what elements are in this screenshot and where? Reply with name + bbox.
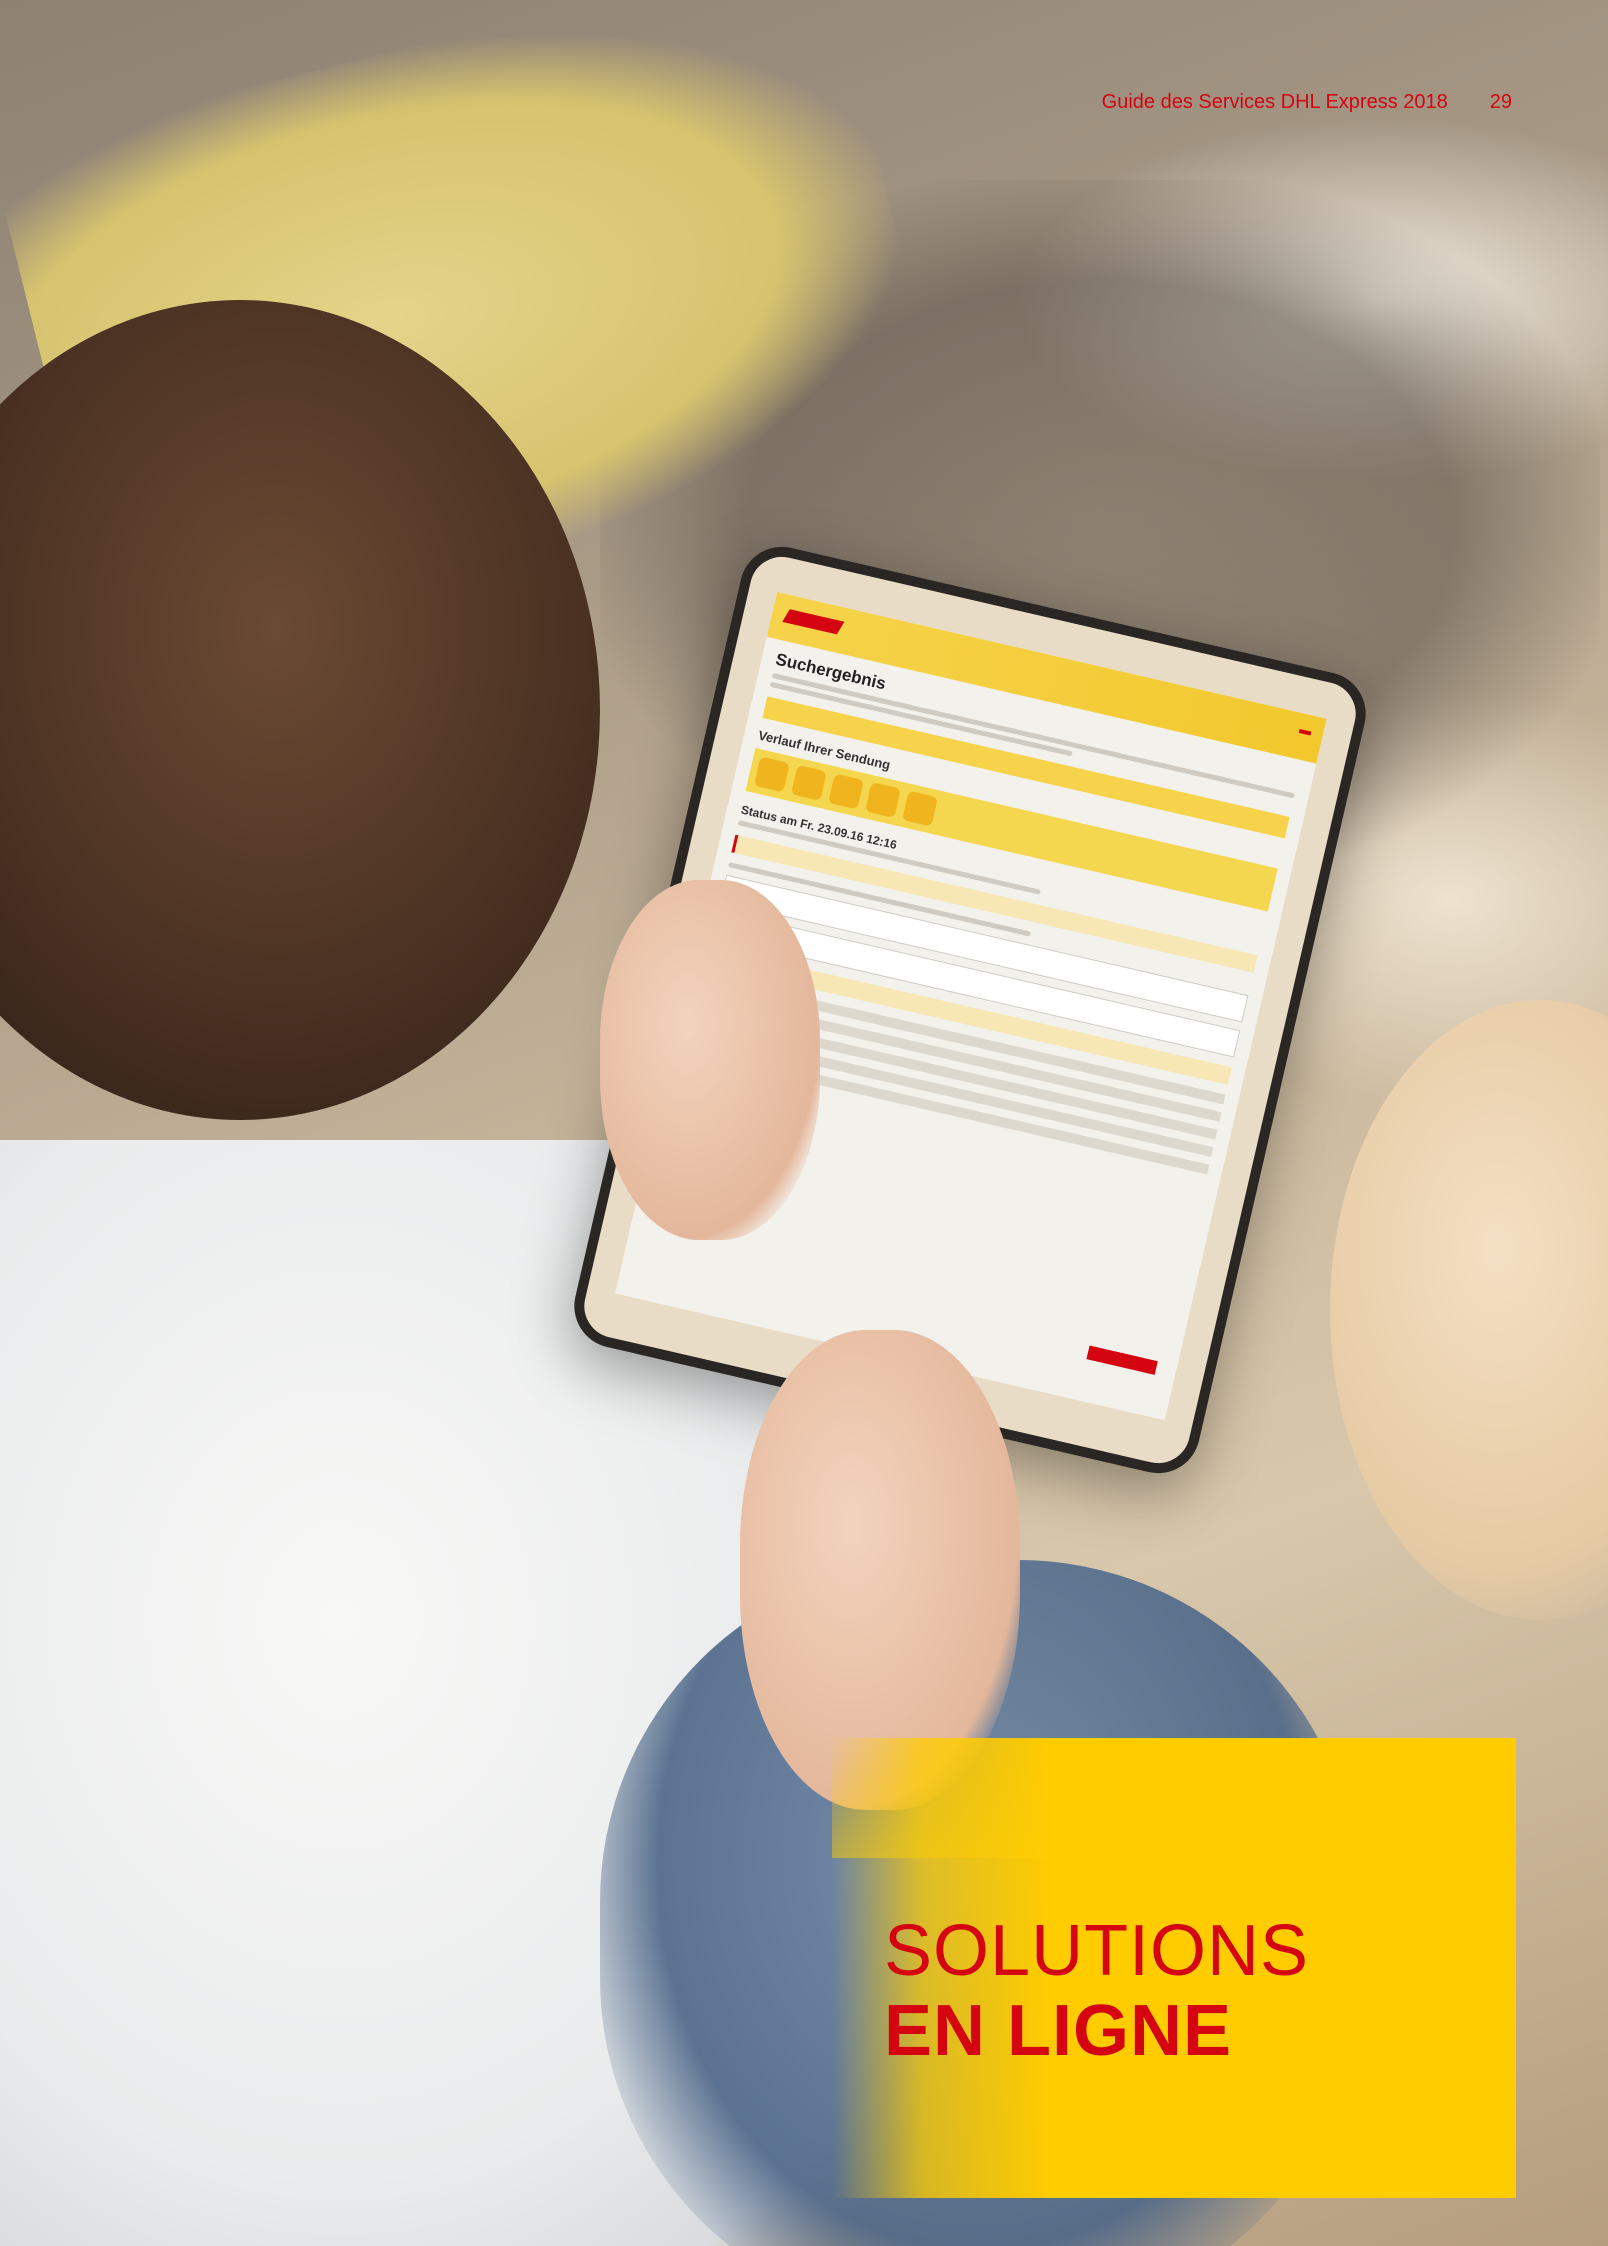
running-title: Guide des Services DHL Express 2018 [1101,90,1448,113]
step-icon [753,756,790,793]
step-icon [865,782,901,819]
screen-menu-tab [1298,728,1312,736]
yellow-title-block-fade [832,1738,1516,1858]
step-icon [827,773,864,810]
dhl-logo-icon [782,609,845,635]
heading-line-1: SOLUTIONS [884,1911,1310,1991]
screen-menu [1298,728,1312,736]
screen-red-button [1086,1345,1158,1375]
side-table [1330,1000,1608,1620]
step-icon [790,764,827,801]
step-icon [902,790,939,827]
running-header: Guide des Services DHL Express 2018 29 [1102,88,1512,116]
page-number: 29 [1489,90,1512,113]
heading-line-2: EN LIGNE [884,1991,1233,2071]
section-heading: SOLUTIONS EN LIGNE [884,1915,1309,2067]
left-hand [600,880,820,1240]
